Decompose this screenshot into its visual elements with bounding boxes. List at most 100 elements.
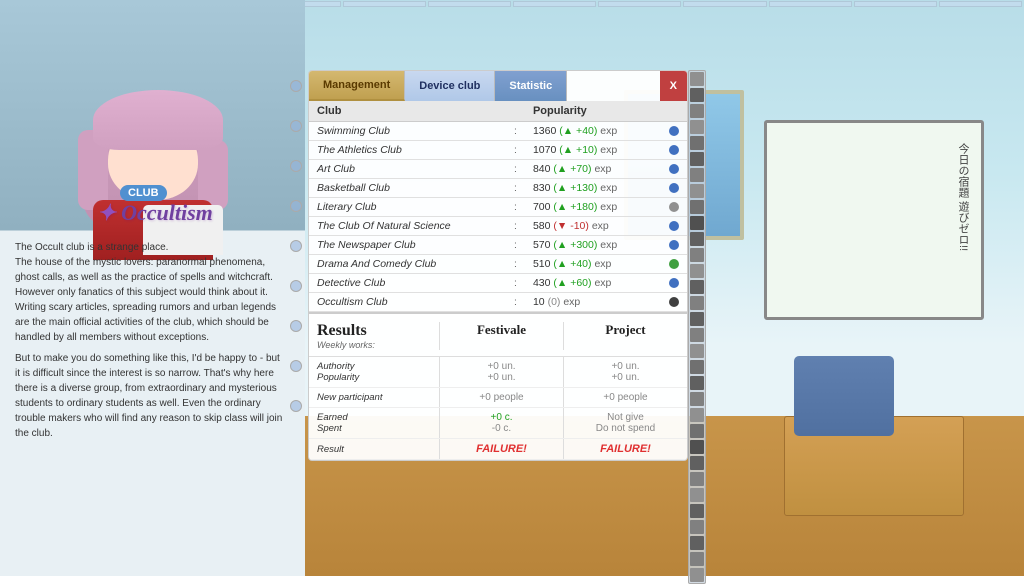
indicator-strip-3 (690, 104, 704, 118)
scroll-indicator-2[interactable] (290, 120, 302, 132)
indicator-strip-8 (690, 184, 704, 198)
club-row-colon: : (506, 255, 525, 274)
scroll-indicator-5[interactable] (290, 240, 302, 252)
club-row-colon: : (506, 141, 525, 160)
whiteboard-text: 今日の宿題 遊びゼロ!! (955, 143, 971, 251)
close-panel-button[interactable]: X (660, 71, 687, 101)
table-row[interactable]: Swimming club : 1360 (▲ +40) exp (309, 122, 687, 141)
close-icon: X (670, 80, 677, 92)
indicator-strip-12 (690, 248, 704, 262)
classroom-chair (794, 356, 894, 436)
scroll-indicator-4[interactable] (290, 200, 302, 212)
indicator-strip-20 (690, 376, 704, 390)
table-row[interactable]: Basketball club : 830 (▲ +130) exp (309, 179, 687, 198)
club-row-indicator (657, 217, 687, 236)
col-header-indicator (657, 101, 687, 122)
indicator-strip-2 (690, 88, 704, 102)
table-row[interactable]: The club of natural science : 580 (▼ -10… (309, 217, 687, 236)
club-row-name: The newspaper club (309, 236, 506, 255)
club-row-change: (▲ +130) (553, 182, 597, 194)
club-row-indicator (657, 274, 687, 293)
col-header-popularity: Popularity (525, 101, 657, 122)
tab-device-club[interactable]: Device club (405, 71, 495, 101)
earned-project-val: Not give (607, 412, 644, 423)
results-title-col: Results Weekly works: (309, 322, 439, 350)
indicator-strip-16 (690, 312, 704, 326)
results-val-earned-festivale: +0 c. -0 c. (439, 408, 563, 438)
indicator-strip-30 (690, 536, 704, 550)
table-row[interactable]: Art club : 840 (▲ +70) exp (309, 160, 687, 179)
occultism-icon: ✦ (97, 200, 115, 225)
table-row[interactable]: The newspaper club : 570 (▲ +300) exp (309, 236, 687, 255)
ceiling-panel (428, 1, 511, 7)
results-col-header-project: Project (563, 322, 687, 350)
indicator-strip-28 (690, 504, 704, 518)
tab-statistic[interactable]: Statistic (495, 71, 567, 101)
results-val-authority-festivale: +0 un.+0 un. (439, 357, 563, 387)
club-row-colon: : (506, 274, 525, 293)
club-row-change: (▲ +70) (553, 163, 591, 175)
indicator-strip-26 (690, 472, 704, 486)
club-dot-blue (669, 126, 679, 136)
club-row-indicator (657, 198, 687, 217)
indicator-strip-11 (690, 232, 704, 246)
club-row-colon: : (506, 293, 525, 312)
tab-statistic-label: Statistic (509, 80, 552, 92)
indicator-strip-1 (690, 72, 704, 86)
results-subtitle: Weekly works: (317, 340, 431, 350)
indicator-strip-27 (690, 488, 704, 502)
results-label-participant: New participant (309, 388, 439, 407)
main-panel: Management Device club Statistic X Club … (308, 70, 688, 461)
table-row[interactable]: The athletics club : 1070 (▲ +10) exp (309, 141, 687, 160)
description-paragraph-1: The Occult club is a strange place.The h… (15, 240, 285, 345)
club-row-popularity: 570 (▲ +300) exp (525, 236, 657, 255)
table-row[interactable]: Literary club : 700 (▲ +180) exp (309, 198, 687, 217)
club-row-change: (▲ +10) (559, 144, 597, 156)
table-row[interactable]: Occultism club : 10 (0) exp (309, 293, 687, 312)
club-row-indicator (657, 179, 687, 198)
tab-management[interactable]: Management (309, 71, 405, 101)
results-val-authority-project: +0 un.+0 un. (563, 357, 687, 387)
club-row-name: Swimming club (309, 122, 506, 141)
scroll-indicator-6[interactable] (290, 280, 302, 292)
results-label-result: Result (309, 440, 439, 459)
scroll-indicator-3[interactable] (290, 160, 302, 172)
indicator-strip-29 (690, 520, 704, 534)
indicator-strip-25 (690, 456, 704, 470)
participant-festivale-val: +0 people (479, 392, 523, 403)
club-row-indicator (657, 236, 687, 255)
table-row[interactable]: Drama and Comedy club : 510 (▲ +40) exp (309, 255, 687, 274)
scroll-indicator-7[interactable] (290, 320, 302, 332)
club-row-colon: : (506, 179, 525, 198)
club-row-popularity: 840 (▲ +70) exp (525, 160, 657, 179)
club-dot-dark (669, 297, 679, 307)
character-hair-front (93, 90, 223, 150)
ceiling-panel (343, 1, 426, 7)
table-row[interactable]: Detective club : 430 (▲ +60) exp (309, 274, 687, 293)
spent-festivale-val: -0 c. (492, 423, 511, 434)
col-header-club: Club (309, 101, 506, 122)
club-row-indicator (657, 160, 687, 179)
scroll-indicator-1[interactable] (290, 80, 302, 92)
club-dot-blue (669, 145, 679, 155)
club-popularity-table: Club Popularity Swimming club : 1360 (▲ … (309, 101, 687, 312)
tab-management-label: Management (323, 79, 390, 91)
club-row-name: Art club (309, 160, 506, 179)
results-row-participant: New participant +0 people +0 people (309, 388, 687, 408)
club-row-indicator (657, 293, 687, 312)
scroll-indicator-8[interactable] (290, 360, 302, 372)
indicator-strip-15 (690, 296, 704, 310)
club-row-unit: exp (563, 296, 580, 308)
club-row-name: Drama and Comedy club (309, 255, 506, 274)
club-dot-blue (669, 278, 679, 288)
results-title: Results (317, 322, 431, 340)
indicator-strip-4 (690, 120, 704, 134)
ceiling-panel (513, 1, 596, 7)
club-row-name: Detective club (309, 274, 506, 293)
scroll-indicator-9[interactable] (290, 400, 302, 412)
ceiling-panel (769, 1, 852, 7)
club-row-colon: : (506, 236, 525, 255)
indicator-strip-32 (690, 568, 704, 582)
results-label-earned: EarnedSpent (309, 408, 439, 438)
club-row-unit: exp (600, 201, 617, 213)
